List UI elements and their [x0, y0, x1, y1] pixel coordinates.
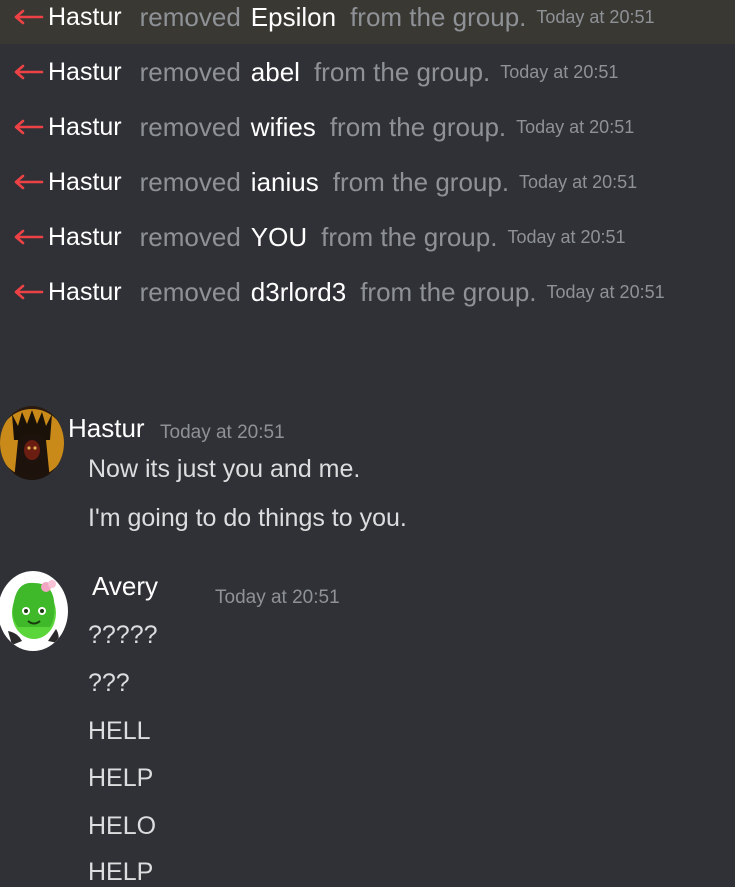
target-name[interactable]: d3rlord3: [251, 277, 346, 308]
actor-name[interactable]: Hastur: [48, 168, 122, 197]
system-message-row: Hastur removed d3rlord3 from the group. …: [0, 265, 735, 319]
action-verb: removed: [139, 1, 241, 32]
target-name[interactable]: YOU: [251, 222, 307, 253]
arrow-left-icon: [12, 64, 46, 80]
timestamp: Today at 20:51: [536, 6, 655, 27]
system-message-row: Hastur removed Epsilon from the group. T…: [0, 0, 735, 44]
arrow-left-icon: [12, 284, 46, 300]
message-text: ?????: [88, 621, 158, 649]
message-text: HELP: [88, 858, 154, 886]
arrow-left-icon: [12, 119, 46, 135]
system-message-row: Hastur removed YOU from the group. Today…: [0, 210, 735, 264]
action-rest: from the group.: [332, 166, 510, 197]
arrow-left-icon: [12, 174, 46, 190]
message-text: ???: [88, 669, 130, 697]
system-message-row: Hastur removed abel from the group. Toda…: [0, 45, 735, 99]
actor-name[interactable]: Hastur: [48, 223, 122, 252]
action-rest: from the group.: [313, 56, 491, 87]
timestamp: Today at 20:51: [215, 587, 340, 608]
action-rest: from the group.: [329, 111, 507, 142]
message-group: Avery Today at 20:51 ????? ??? HELL HELP…: [0, 565, 735, 886]
arrow-left-icon: [12, 229, 46, 245]
actor-name[interactable]: Hastur: [48, 278, 122, 307]
username[interactable]: Hastur: [68, 413, 145, 444]
actor-name[interactable]: Hastur: [48, 58, 122, 87]
target-name[interactable]: ianius: [251, 167, 319, 198]
message-text: HELL: [88, 717, 151, 745]
timestamp: Today at 20:51: [546, 281, 665, 302]
system-message-row: Hastur removed wifies from the group. To…: [0, 100, 735, 154]
action-verb: removed: [139, 221, 241, 252]
actor-name[interactable]: Hastur: [48, 113, 122, 142]
action-verb: removed: [139, 56, 241, 87]
avatar[interactable]: [0, 571, 68, 651]
timestamp: Today at 20:51: [160, 422, 285, 443]
avatar[interactable]: [0, 406, 64, 480]
target-name[interactable]: Epsilon: [251, 2, 336, 33]
action-verb: removed: [139, 111, 241, 142]
action-rest: from the group.: [350, 1, 527, 32]
action-rest: from the group.: [360, 276, 537, 307]
timestamp: Today at 20:51: [519, 171, 638, 192]
target-name[interactable]: wifies: [251, 112, 316, 143]
action-verb: removed: [139, 276, 241, 307]
target-name[interactable]: abel: [251, 57, 300, 88]
action-verb: removed: [139, 166, 241, 197]
action-rest: from the group.: [321, 221, 498, 252]
username[interactable]: Avery: [92, 571, 158, 602]
timestamp: Today at 20:51: [516, 116, 635, 137]
message-text: Now its just you and me.: [88, 455, 361, 483]
message-text: HELP: [88, 764, 154, 792]
message-text: I'm going to do things to you.: [88, 504, 407, 532]
actor-name[interactable]: Hastur: [48, 3, 122, 32]
system-message-row: Hastur removed ianius from the group. To…: [0, 155, 735, 209]
message-group: Hastur Today at 20:51 Now its just you a…: [0, 400, 735, 540]
message-text: HELO: [88, 812, 157, 840]
arrow-left-icon: [12, 9, 46, 25]
timestamp: Today at 20:51: [507, 226, 626, 247]
timestamp: Today at 20:51: [500, 61, 619, 82]
